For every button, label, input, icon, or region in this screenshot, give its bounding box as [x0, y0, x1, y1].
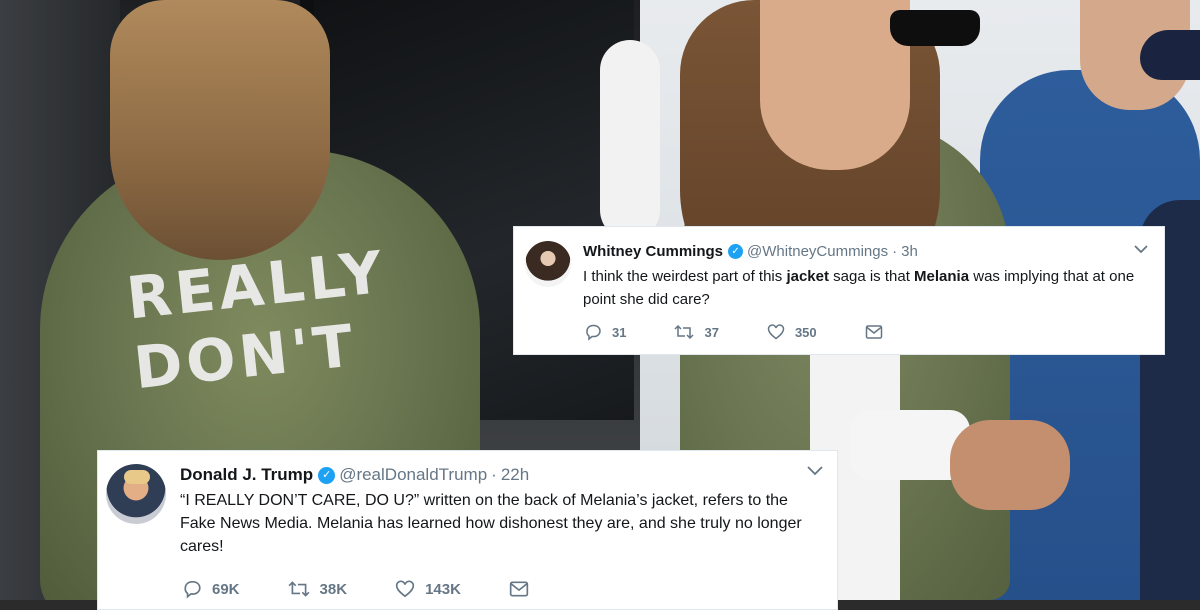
- reply-icon: [586, 324, 601, 341]
- message-icon: [865, 325, 882, 339]
- reply-button[interactable]: 69K: [182, 579, 240, 599]
- timestamp[interactable]: 22h: [501, 465, 529, 485]
- sunglasses: [890, 10, 980, 46]
- separator: ·: [491, 465, 497, 484]
- like-icon: [767, 324, 785, 340]
- timestamp[interactable]: 3h: [901, 243, 918, 260]
- reply-button[interactable]: 31: [584, 323, 626, 341]
- user-handle[interactable]: @realDonaldTrump: [339, 465, 487, 485]
- tweet-header: Donald J. Trump ✓ @realDonaldTrump · 22h: [180, 465, 529, 485]
- retweet-button[interactable]: 37: [674, 323, 719, 341]
- handshake: [950, 420, 1070, 510]
- tweet-card[interactable]: Whitney Cummings ✓ @WhitneyCummings · 3h…: [513, 226, 1165, 355]
- separator: ·: [892, 243, 898, 260]
- retweet-count: 38K: [319, 580, 348, 598]
- reply-icon: [184, 580, 201, 599]
- chevron-down-icon[interactable]: [1134, 241, 1148, 257]
- retweet-icon: [288, 581, 310, 597]
- like-icon: [395, 580, 415, 598]
- woman-face: [760, 0, 910, 170]
- retweet-button[interactable]: 38K: [288, 579, 348, 599]
- display-name[interactable]: Whitney Cummings: [583, 243, 723, 260]
- like-button[interactable]: 143K: [395, 579, 461, 599]
- user-handle[interactable]: @WhitneyCummings: [747, 243, 888, 260]
- tweet-card[interactable]: Donald J. Trump ✓ @realDonaldTrump · 22h…: [97, 450, 838, 610]
- like-button[interactable]: 350: [767, 323, 817, 341]
- message-button[interactable]: [509, 580, 539, 598]
- tweet-header: Whitney Cummings ✓ @WhitneyCummings · 3h: [583, 243, 918, 260]
- tweet-text: “I REALLY DON’T CARE, DO U?” written on …: [180, 492, 802, 555]
- chevron-down-icon[interactable]: [807, 463, 823, 479]
- avatar[interactable]: [106, 464, 166, 524]
- tweet-actions: 31 37 350: [584, 323, 941, 341]
- hair: [110, 0, 330, 260]
- message-button[interactable]: [865, 324, 893, 340]
- reply-count: 31: [612, 324, 627, 340]
- like-count: 350: [794, 324, 817, 340]
- verified-icon: ✓: [728, 244, 744, 259]
- retweet-count: 37: [704, 324, 719, 340]
- tweet-actions: 69K 38K 143K: [182, 579, 587, 599]
- message-icon: [509, 581, 529, 597]
- retweet-icon: [674, 324, 694, 340]
- arm-white-sleeve: [600, 40, 660, 240]
- reply-count: 69K: [212, 580, 240, 598]
- verified-icon: ✓: [318, 466, 336, 484]
- like-count: 143K: [425, 580, 461, 598]
- officer-cap: [1140, 30, 1200, 80]
- avatar[interactable]: [525, 241, 571, 287]
- tweet-text: I think the weirdest part of this jacket…: [583, 268, 1135, 308]
- jacket-lettering: REALLY DON'T: [123, 237, 390, 403]
- display-name[interactable]: Donald J. Trump: [180, 465, 313, 485]
